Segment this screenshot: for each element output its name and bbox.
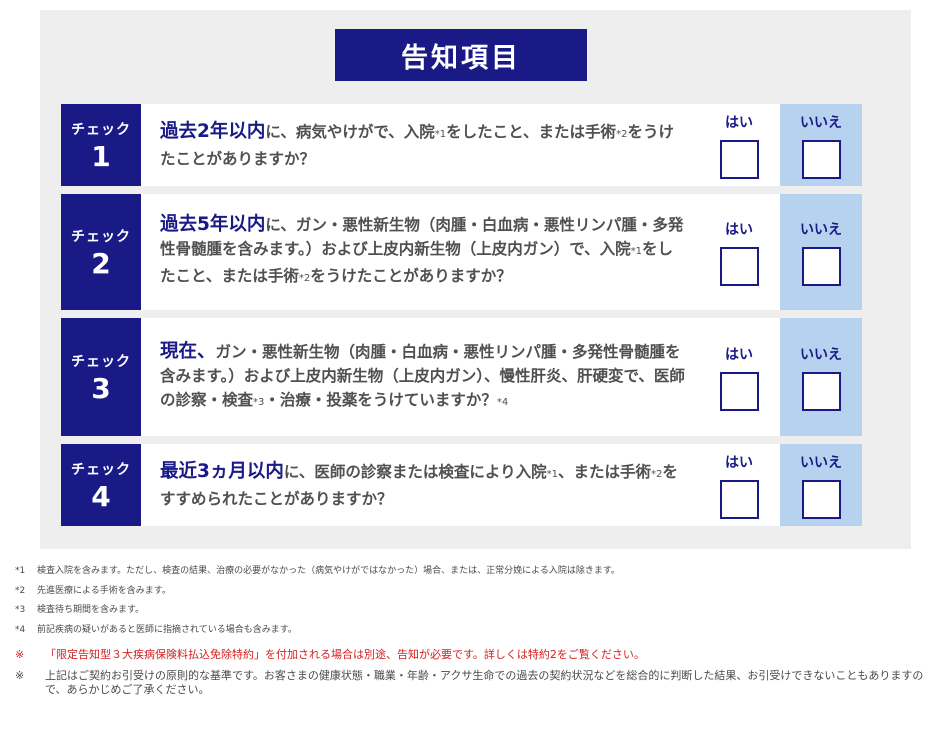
question-emphasis: 現在、 [160, 340, 216, 362]
question-text: 過去5年以内に、ガン・悪性新生物（肉腫・白血病・悪性リンパ腫・多発性骨髄腫を含み… [160, 213, 687, 291]
footnote-ref: *1 [434, 128, 447, 140]
yes-option: はい [719, 318, 759, 436]
remark-mark: ※ [15, 647, 25, 661]
check-badge: チェック 4 [61, 444, 141, 526]
yes-checkbox[interactable] [719, 246, 759, 286]
yes-checkbox[interactable] [719, 139, 759, 179]
footnote-mark: *4 [15, 624, 26, 635]
question-body: をうけたことがありますか？ [310, 267, 512, 285]
yes-option: はい [719, 194, 759, 310]
footnote-mark: *1 [15, 566, 26, 576]
footnote: *1 検査入院を含みます。ただし、検査の結果、治療の必要がなかった（病気やけがでは… [15, 565, 925, 577]
remark-standard: ※ 上記はご契約お引受けの原則的な基準です。お客さまの健康状態・職業・年齢・アクサ… [15, 669, 925, 697]
check-badge: チェック 3 [61, 318, 141, 436]
question-emphasis: 最近3ヵ月以内 [160, 460, 284, 482]
no-option: いいえ [780, 318, 862, 436]
question-text: 過去2年以内に、病気やけがで、入院*1をしたこと、または手術*2をうけたことがあ… [160, 120, 687, 171]
yes-label: はい [725, 346, 753, 363]
footnote-text: 検査待ち期間を含みます。 [37, 605, 145, 615]
remark-text: 上記はご契約お引受けの原則的な基準です。お客さまの健康状態・職業・年齢・アクサ生… [45, 668, 924, 696]
question-text-container: 現在、ガン・悪性新生物（肉腫・白血病・悪性リンパ腫・多発性骨髄腫を含みます。）お… [160, 318, 687, 436]
check-label: チェック [71, 354, 131, 370]
no-option: いいえ [780, 444, 862, 526]
check-badge: チェック 1 [61, 104, 141, 186]
footnote: *3 検査待ち期間を含みます。 [15, 604, 925, 616]
no-option: いいえ [780, 194, 862, 310]
footnote: *4 前記疾病の疑いがあると医師に指摘されている場合も含みます。 [15, 624, 925, 636]
no-checkbox[interactable] [801, 139, 841, 179]
no-checkbox[interactable] [801, 371, 841, 411]
no-checkbox[interactable] [801, 246, 841, 286]
question-body: をしたこと、または手術 [446, 122, 617, 141]
remark-rider: ※ 「限定告知型３大疾病保険料払込免除特約」を付加される場合は別途、告知が必要です… [15, 648, 925, 662]
yes-label: はい [725, 221, 753, 238]
footnotes: *1 検査入院を含みます。ただし、検査の結果、治療の必要がなかった（病気やけがでは… [15, 565, 925, 697]
question-body: に、病気やけがで、入院 [265, 122, 435, 141]
question-text-container: 過去2年以内に、病気やけがで、入院*1をしたこと、または手術*2をうけたことがあ… [160, 104, 687, 186]
no-label: いいえ [800, 454, 842, 471]
footnote-mark: *3 [15, 605, 26, 615]
check-badge: チェック 2 [61, 194, 141, 310]
question-body: に、医師の診察または検査により入院 [283, 462, 547, 481]
question-row-4: チェック 4 最近3ヵ月以内に、医師の診察または検査により入院*1、または手術*… [61, 444, 862, 526]
footnote-ref: *2 [616, 128, 628, 140]
footnote-ref: *2 [651, 468, 663, 480]
check-label: チェック [71, 122, 131, 138]
remark-mark: ※ [15, 668, 25, 682]
no-checkbox[interactable] [801, 479, 841, 519]
no-label: いいえ [800, 346, 842, 363]
no-label: いいえ [800, 114, 842, 131]
check-label: チェック [71, 229, 131, 245]
footnote-ref: *2 [298, 273, 311, 284]
check-label: チェック [71, 462, 131, 478]
footnote-mark: *2 [15, 585, 26, 596]
footnote-ref: *3 [253, 396, 265, 408]
question-row-1: チェック 1 過去2年以内に、病気やけがで、入院*1をしたこと、または手術*2を… [61, 104, 862, 186]
footnote-ref: *1 [630, 246, 642, 257]
yes-label: はい [725, 454, 753, 471]
check-number: 1 [91, 140, 111, 173]
check-number: 4 [91, 480, 111, 513]
question-text: 現在、ガン・悪性新生物（肉腫・白血病・悪性リンパ腫・多発性骨髄腫を含みます。）お… [160, 340, 687, 415]
question-emphasis: 過去5年以内 [160, 214, 266, 235]
question-text-container: 最近3ヵ月以内に、医師の診察または検査により入院*1、または手術*2をすすめられ… [160, 444, 687, 526]
footnote-text: 前記疾病の疑いがあると医師に指摘されている場合も含みます。 [37, 624, 297, 635]
page-title: 告知項目 [335, 29, 587, 81]
yes-option: はい [719, 444, 759, 526]
footnote-text: 先進医療による手術を含みます。 [37, 585, 171, 596]
no-option: いいえ [780, 104, 862, 186]
footnote-ref: *4 [496, 396, 509, 408]
yes-option: はい [719, 104, 759, 186]
yes-checkbox[interactable] [719, 371, 759, 411]
no-label: いいえ [800, 221, 842, 238]
yes-checkbox[interactable] [719, 479, 759, 519]
check-number: 3 [91, 372, 111, 405]
question-text: 最近3ヵ月以内に、医師の診察または検査により入院*1、または手術*2をすすめられ… [160, 460, 687, 511]
remark-text: 「限定告知型３大疾病保険料払込免除特約」を付加される場合は別途、告知が必要です。… [45, 647, 645, 661]
footnote: *2 先進医療による手術を含みます。 [15, 585, 925, 597]
check-number: 2 [91, 247, 111, 280]
question-emphasis: 過去2年以内 [160, 120, 266, 142]
question-body: 、または手術 [557, 462, 651, 481]
question-text-container: 過去5年以内に、ガン・悪性新生物（肉腫・白血病・悪性リンパ腫・多発性骨髄腫を含み… [160, 194, 687, 310]
footnote-ref: *1 [546, 468, 558, 480]
question-row-2: チェック 2 過去5年以内に、ガン・悪性新生物（肉腫・白血病・悪性リンパ腫・多発… [61, 194, 862, 310]
question-body: ・治療・投薬をうけていますか？ [264, 390, 497, 409]
yes-label: はい [725, 114, 753, 131]
question-row-3: チェック 3 現在、ガン・悪性新生物（肉腫・白血病・悪性リンパ腫・多発性骨髄腫を… [61, 318, 862, 436]
footnote-text: 検査入院を含みます。ただし、検査の結果、治療の必要がなかった（病気やけがではなか… [37, 566, 620, 576]
